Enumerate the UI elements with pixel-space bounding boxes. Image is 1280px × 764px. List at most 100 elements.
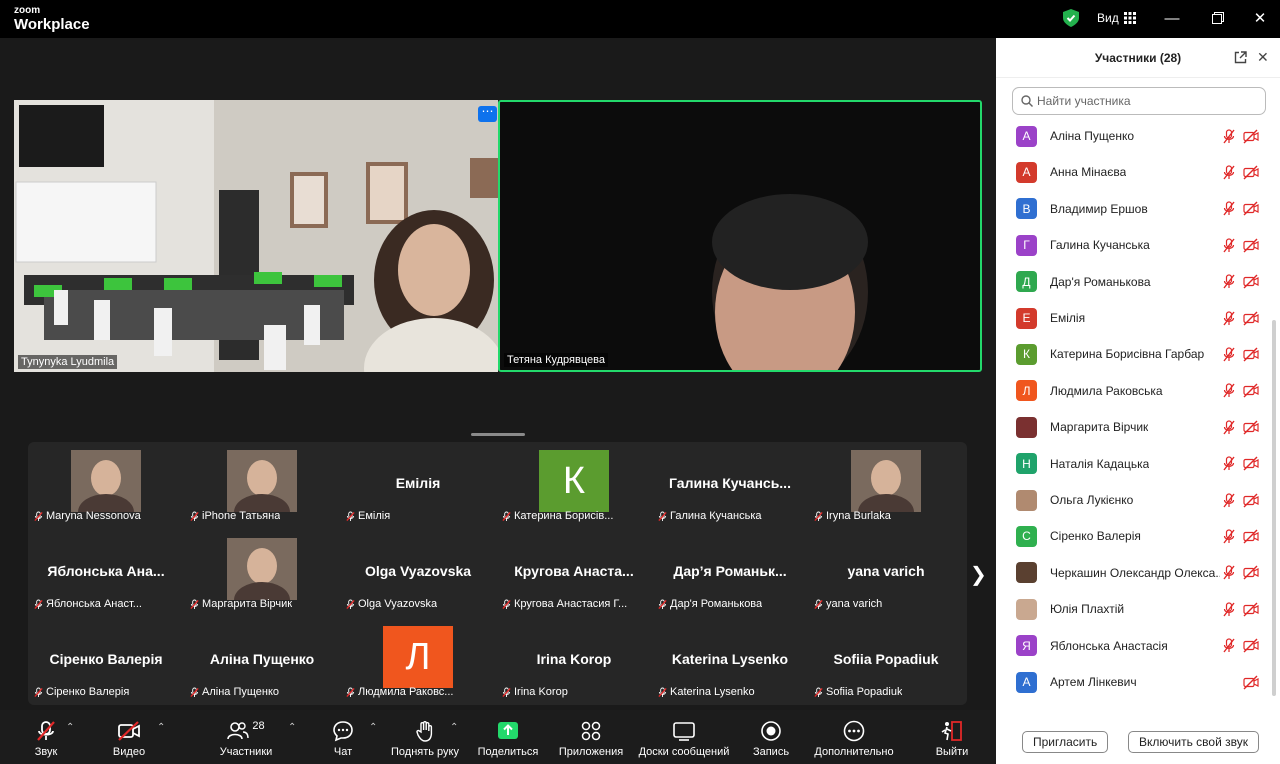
chevron-up-icon[interactable]: ⌃ (369, 722, 377, 733)
camera-off-icon (1243, 565, 1259, 580)
participant-name-tag: Тетяна Кудрявцева (504, 353, 608, 367)
participant-row[interactable]: Л Людмила Раковська (996, 373, 1266, 409)
avatar: К (1016, 343, 1037, 365)
mic-muted-icon (1223, 638, 1235, 653)
search-input[interactable]: Найти участника (1012, 87, 1266, 115)
gallery-tile[interactable]: Iryna Burlaka (808, 442, 964, 528)
minimize-icon[interactable]: — (1163, 9, 1181, 27)
participant-label: Людмила Раковс... (346, 686, 453, 698)
participant-row[interactable]: Е Емілія (996, 300, 1266, 336)
participant-row[interactable]: Черкашин Олександр Олекса... (996, 555, 1266, 591)
participant-label: Катерина Борисів... (502, 510, 613, 522)
participant-status-icons (1222, 128, 1259, 144)
participant-row[interactable]: Ольга Лукієнко (996, 482, 1266, 518)
unmute-self-button[interactable]: Включить свой звук (1128, 731, 1259, 753)
chevron-up-icon[interactable]: ⌃ (66, 722, 74, 733)
more-button[interactable]: Дополнительно (812, 710, 896, 764)
participant-row[interactable]: К Катерина Борисівна Гарбар (996, 336, 1266, 372)
popout-icon[interactable] (1234, 51, 1247, 64)
participants-button[interactable]: 28 Участники (212, 710, 280, 764)
avatar: Н (1016, 453, 1037, 475)
hand-icon (416, 721, 433, 742)
leave-label: Выйти (935, 746, 969, 758)
gallery-tile[interactable]: Olga Vyazovska Olga Vyazovska (340, 530, 496, 616)
participant-label-text: Аліна Пущенко (202, 686, 280, 698)
meeting-toolbar: Звук ⌃ Видео ⌃ 28 Участники ⌃ Чат ⌃ Подн… (0, 710, 996, 764)
participant-row[interactable]: С Сіренко Валерія (996, 518, 1266, 554)
participant-row[interactable]: А Аліна Пущенко (996, 118, 1266, 154)
chevron-up-icon[interactable]: ⌃ (157, 722, 165, 733)
next-page-icon[interactable]: ❯ (970, 562, 987, 587)
zoom-logo: zoom Workplace (14, 6, 90, 33)
participant-status-icons (1222, 565, 1259, 580)
video-button[interactable]: Видео (108, 710, 150, 764)
participant-label: yana varich (814, 598, 882, 610)
gallery-tile[interactable]: Емілія Емілія (340, 442, 496, 528)
camera-off-icon (1243, 238, 1259, 253)
whiteboard-icon (673, 722, 695, 741)
participant-name: Емілія (1050, 311, 1086, 325)
avatar: А (1016, 671, 1037, 693)
participant-row[interactable]: Д Дар'я Романькова (996, 264, 1266, 300)
audio-button[interactable]: Звук (26, 710, 66, 764)
gallery-tile[interactable]: Maryna Nessonova (28, 442, 184, 528)
restore-icon[interactable] (1209, 9, 1227, 27)
gallery-tile[interactable]: yana varich yana varich (808, 530, 964, 616)
speaker-video (500, 102, 980, 370)
resize-handle[interactable] (471, 433, 525, 436)
mic-muted-icon (658, 687, 667, 697)
chevron-up-icon[interactable]: ⌃ (288, 722, 296, 733)
gallery-tile[interactable]: Яблонська Ана... Яблонська Анаст... (28, 530, 184, 616)
gallery-tile[interactable]: Sofiia Popadiuk Sofiia Popadiuk (808, 618, 964, 704)
mic-muted-icon (34, 599, 43, 609)
video-tile-left[interactable]: Tynynyka Lyudmila (14, 100, 498, 372)
participant-row[interactable]: Г Галина Кучанська (996, 227, 1266, 263)
participant-label: Iryna Burlaka (814, 510, 891, 522)
invite-button[interactable]: Пригласить (1022, 731, 1109, 753)
participant-row[interactable]: Я Яблонська Анастасія (996, 628, 1266, 664)
participant-label-text: Irina Korop (514, 686, 568, 698)
participant-row[interactable]: В Владимир Ершов (996, 191, 1266, 227)
leave-button[interactable]: Выйти (934, 710, 970, 764)
apps-label: Приложения (558, 746, 624, 758)
whiteboards-label: Доски сообщений (638, 746, 730, 758)
gallery-tile[interactable]: iPhone Татьяна (184, 442, 340, 528)
raise-hand-button[interactable]: Поднять руку (388, 710, 462, 764)
record-button[interactable]: Запись (750, 710, 792, 764)
gallery-tile[interactable]: Л Людмила Раковс... (340, 618, 496, 704)
participant-row[interactable]: Юлія Плахтій (996, 591, 1266, 627)
participant-row[interactable]: Н Наталія Кадацька (996, 446, 1266, 482)
participant-status-icons (1222, 274, 1259, 289)
view-button[interactable]: Вид (1097, 11, 1136, 25)
gallery-tile[interactable]: Кругова Анаста... Кругова Анастасия Г... (496, 530, 652, 616)
camera-off-icon (1243, 675, 1259, 689)
gallery-tile[interactable]: Галина Кучансь... Галина Кучанська (652, 442, 808, 528)
gallery-tile[interactable]: Маргарита Вірчик (184, 530, 340, 616)
participant-name: Сіренко Валерія (1050, 529, 1141, 544)
whiteboards-button[interactable]: Доски сообщений (636, 710, 732, 764)
close-panel-icon[interactable]: ✕ (1257, 49, 1269, 66)
gallery-tile[interactable]: Аліна Пущенко Аліна Пущенко (184, 618, 340, 704)
close-icon[interactable]: ✕ (1251, 9, 1269, 27)
scrollbar[interactable] (1272, 320, 1276, 696)
mic-muted-icon (1223, 238, 1235, 253)
participant-name: Маргарита Вірчик (1050, 420, 1149, 435)
chevron-up-icon[interactable]: ⌃ (450, 722, 458, 733)
gallery-tile[interactable]: Irina Korop Irina Korop (496, 618, 652, 704)
gallery-tile[interactable]: Дар’я Романьк... Дар'я Романькова (652, 530, 808, 616)
gallery-tile[interactable]: Сіренко Валерія Сіренко Валерія (28, 618, 184, 704)
search-placeholder: Найти участника (1037, 94, 1131, 108)
participant-row[interactable]: Маргарита Вірчик (996, 409, 1266, 445)
active-speaker-tile[interactable]: Тетяна Кудрявцева (498, 100, 982, 372)
participant-row[interactable]: А Анна Мінаєва (996, 154, 1266, 190)
more-options-icon[interactable]: ⋯ (478, 105, 497, 122)
participant-row[interactable]: А Артем Лінкевич (996, 664, 1266, 700)
participant-display-name: Olga Vyazovska (364, 563, 472, 579)
apps-button[interactable]: Приложения (556, 710, 626, 764)
chat-button[interactable]: Чат (328, 710, 358, 764)
share-button[interactable]: Поделиться (476, 710, 540, 764)
gallery-tile[interactable]: К Катерина Борисів... (496, 442, 652, 528)
shield-icon[interactable] (1063, 9, 1079, 27)
gallery-tile[interactable]: Katerina Lysenko Katerina Lysenko (652, 618, 808, 704)
mic-muted-icon (502, 511, 511, 521)
